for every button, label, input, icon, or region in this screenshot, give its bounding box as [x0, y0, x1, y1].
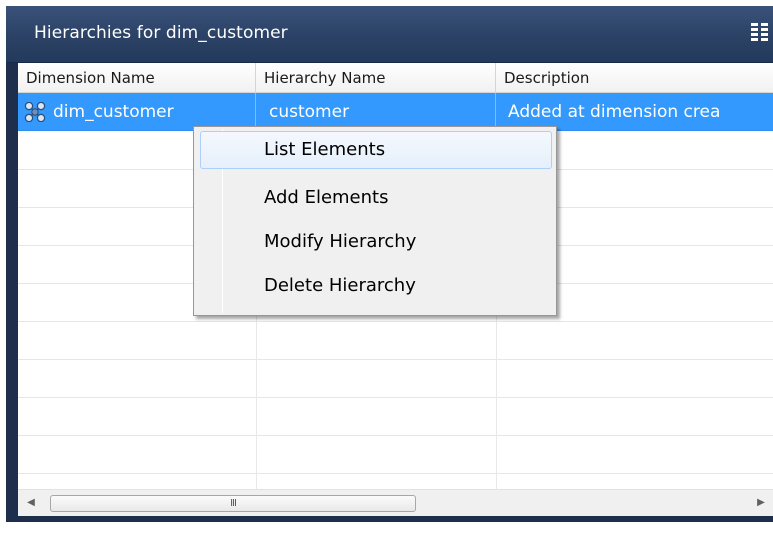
menu-item-delete-hierarchy[interactable]: Delete Hierarchy [200, 267, 552, 305]
scrollbar-grip: III [230, 498, 237, 509]
empty-row [18, 322, 773, 360]
dimension-icon [24, 102, 46, 122]
column-header-hierarchy-name[interactable]: Hierarchy Name [256, 63, 496, 93]
window-frame-bottom [6, 516, 773, 522]
menu-item-add-elements[interactable]: Add Elements [200, 179, 552, 217]
menu-item-modify-hierarchy[interactable]: Modify Hierarchy [200, 223, 552, 261]
column-header-description[interactable]: Description [496, 63, 773, 93]
window-frame-left [6, 6, 18, 519]
empty-row [18, 436, 773, 474]
grid-header: Dimension Name Hierarchy Name Descriptio… [18, 63, 773, 93]
scroll-right-arrow-icon[interactable]: ▶ [752, 494, 770, 512]
context-menu: List Elements Add Elements Modify Hierar… [193, 126, 557, 316]
grip-icon[interactable] [749, 22, 771, 44]
menu-item-list-elements[interactable]: List Elements [200, 131, 552, 169]
empty-row [18, 398, 773, 436]
horizontal-scrollbar[interactable]: ◀ III ▶ [18, 489, 773, 516]
panel-title-bar[interactable]: Hierarchies for dim_customer [6, 6, 773, 63]
dimension-name-text: dim_customer [53, 102, 174, 122]
panel-title: Hierarchies for dim_customer [34, 23, 288, 43]
empty-row [18, 360, 773, 398]
scrollbar-thumb[interactable]: III [50, 495, 416, 512]
scroll-left-arrow-icon[interactable]: ◀ [22, 494, 40, 512]
hierarchies-window: Hierarchies for dim_customer Dimension N… [0, 0, 773, 537]
column-header-dimension-name[interactable]: Dimension Name [18, 63, 256, 93]
